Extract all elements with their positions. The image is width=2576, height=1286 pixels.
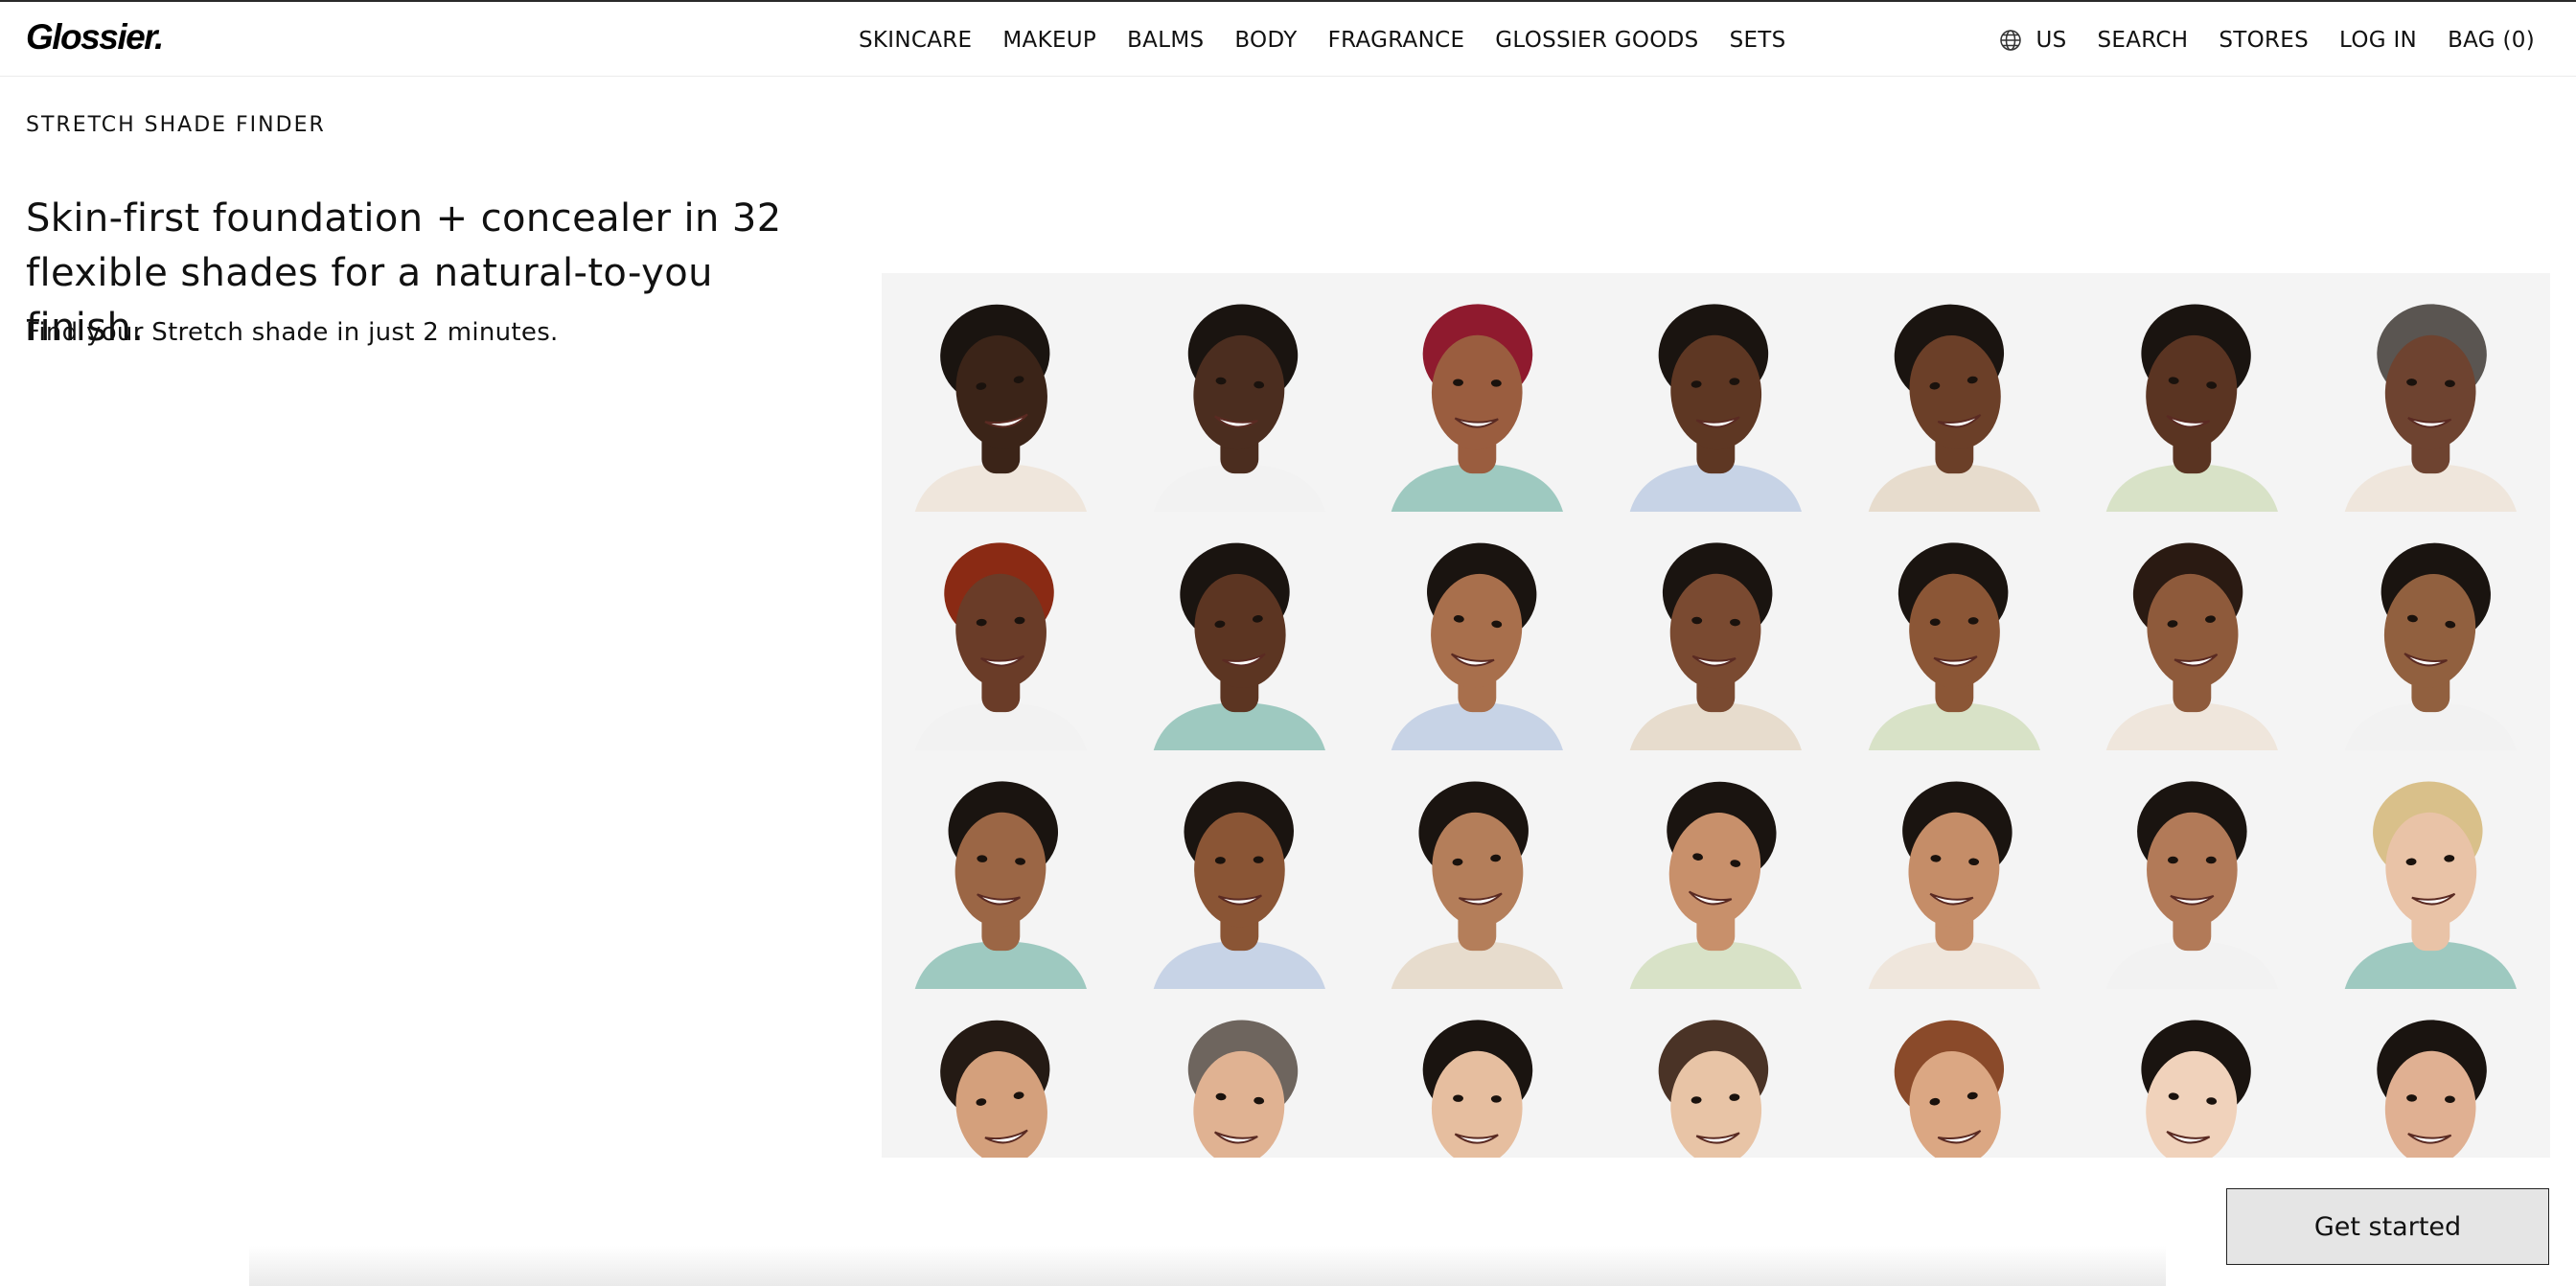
portrait-illustration: [2073, 750, 2312, 989]
hero-subhead: Find your Stretch shade in just 2 minute…: [26, 318, 559, 347]
model-portrait: [1358, 512, 1598, 750]
nav-sets[interactable]: SETS: [1730, 28, 1786, 53]
shade-model-grid: [882, 273, 2550, 1158]
portrait-illustration: [1119, 989, 1359, 1158]
portrait-illustration: [1358, 512, 1598, 750]
model-portrait: [1834, 750, 2074, 989]
portrait-illustration: [1834, 989, 2074, 1158]
portrait-illustration: [2312, 989, 2550, 1158]
portrait-illustration: [1597, 512, 1835, 750]
model-portrait: [1597, 989, 1835, 1158]
portrait-illustration: [1358, 750, 1598, 989]
nav-glossier-goods[interactable]: GLOSSIER GOODS: [1495, 28, 1698, 53]
model-portrait: [1834, 512, 2074, 750]
nav-skincare[interactable]: SKINCARE: [859, 28, 972, 53]
model-portrait: [2073, 273, 2312, 512]
portrait-illustration: [1119, 512, 1359, 750]
model-portrait: [1119, 273, 1359, 512]
portrait-illustration: [882, 750, 1120, 989]
page-eyebrow: STRETCH SHADE FINDER: [26, 113, 326, 137]
model-portrait: [882, 750, 1120, 989]
model-portrait: [1119, 989, 1359, 1158]
portrait-illustration: [1834, 512, 2074, 750]
portrait-illustration: [1597, 750, 1835, 989]
portrait-illustration: [2073, 989, 2312, 1158]
bag-link[interactable]: BAG (0): [2448, 28, 2535, 53]
model-portrait: [1597, 512, 1835, 750]
model-portrait: [2073, 512, 2312, 750]
model-portrait: [2312, 750, 2550, 989]
locale-selector[interactable]: US: [1999, 28, 2066, 53]
nav-body[interactable]: BODY: [1234, 28, 1297, 53]
model-portrait: [2312, 989, 2550, 1158]
model-portrait: [1119, 750, 1359, 989]
portrait-illustration: [1597, 989, 1835, 1158]
portrait-illustration: [2312, 750, 2550, 989]
model-portrait: [2073, 989, 2312, 1158]
nav-balms[interactable]: BALMS: [1127, 28, 1204, 53]
portrait-illustration: [2073, 273, 2312, 512]
portrait-illustration: [882, 989, 1120, 1158]
portrait-illustration: [1119, 273, 1359, 512]
portrait-illustration: [882, 512, 1120, 750]
portrait-illustration: [1358, 273, 1598, 512]
model-portrait: [1358, 989, 1598, 1158]
site-header: Glossier. SKINCARE MAKEUP BALMS BODY FRA…: [0, 0, 2576, 77]
model-portrait: [1597, 750, 1835, 989]
model-portrait: [1119, 512, 1359, 750]
locale-label: US: [2036, 28, 2067, 53]
portrait-illustration: [1834, 750, 2074, 989]
login-link[interactable]: LOG IN: [2339, 28, 2417, 53]
portrait-illustration: [2312, 512, 2550, 750]
nav-makeup[interactable]: MAKEUP: [1002, 28, 1096, 53]
main-nav: SKINCARE MAKEUP BALMS BODY FRAGRANCE GLO…: [859, 2, 1786, 79]
globe-icon: [2000, 30, 2022, 51]
nav-fragrance[interactable]: FRAGRANCE: [1328, 28, 1465, 53]
portrait-illustration: [1119, 750, 1359, 989]
model-portrait: [882, 273, 1120, 512]
model-portrait: [1358, 273, 1598, 512]
portrait-illustration: [882, 273, 1120, 512]
model-portrait: [1358, 750, 1598, 989]
portrait-illustration: [1358, 989, 1598, 1158]
model-portrait: [882, 512, 1120, 750]
utility-nav: US SEARCH STORES LOG IN BAG (0): [1999, 2, 2535, 79]
glossier-logo[interactable]: Glossier.: [26, 17, 164, 57]
model-portrait: [2312, 273, 2550, 512]
model-portrait: [1834, 273, 2074, 512]
portrait-illustration: [1834, 273, 2074, 512]
get-started-button[interactable]: Get started: [2226, 1188, 2549, 1265]
model-portrait: [1834, 989, 2074, 1158]
model-portrait: [882, 989, 1120, 1158]
search-link[interactable]: SEARCH: [2098, 28, 2189, 53]
model-portrait: [1597, 273, 1835, 512]
bottom-fade: [249, 1246, 2166, 1286]
model-portrait: [2073, 750, 2312, 989]
portrait-illustration: [1597, 273, 1835, 512]
model-portrait: [2312, 512, 2550, 750]
portrait-illustration: [2312, 273, 2550, 512]
portrait-illustration: [2073, 512, 2312, 750]
stores-link[interactable]: STORES: [2219, 28, 2309, 53]
